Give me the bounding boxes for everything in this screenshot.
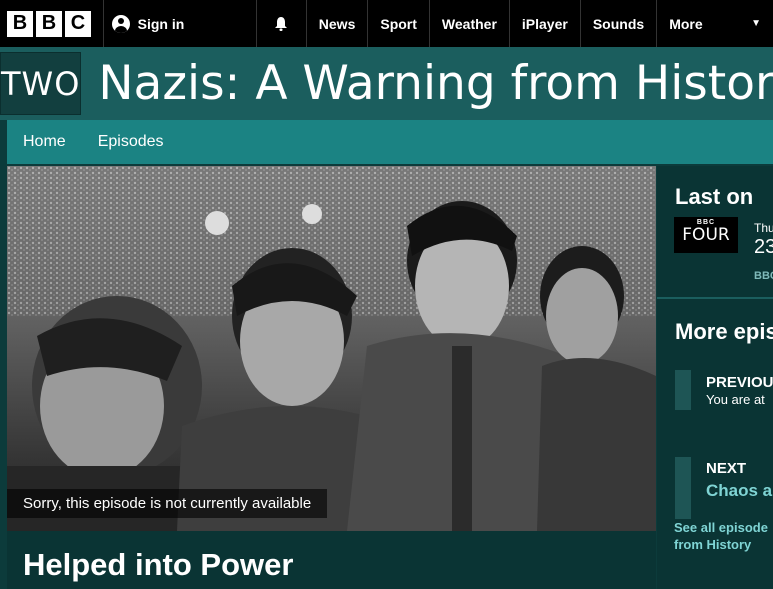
broadcast-channel-link[interactable]: BBC: [754, 270, 773, 282]
availability-caption: Sorry, this episode is not currently ava…: [7, 489, 328, 518]
episode-details: Helped into Power: [7, 531, 656, 589]
notifications-button[interactable]: [256, 0, 306, 47]
see-all-episodes-link[interactable]: See all episode from History: [674, 519, 773, 553]
bell-icon: [275, 16, 288, 31]
broadcast-time: 23: [754, 236, 773, 258]
previous-label: PREVIOU: [706, 374, 773, 391]
bbc-four-logo[interactable]: BBC FOUR: [674, 217, 738, 253]
next-episode-link[interactable]: Chaos a: [706, 481, 772, 501]
previous-episode-thumbnail[interactable]: [675, 370, 691, 410]
logo-block-c: C: [65, 10, 91, 37]
more-episodes-heading: More epis: [675, 319, 773, 344]
user-icon: [111, 14, 130, 33]
broadcast-day: Thu: [754, 221, 773, 235]
episode-image: Sorry, this episode is not currently ava…: [7, 166, 656, 531]
subnav-home[interactable]: Home: [23, 133, 66, 151]
last-on-heading: Last on: [675, 184, 754, 209]
last-on-panel: Last on BBC FOUR Thu 23 BBC: [657, 166, 773, 299]
nav-sport[interactable]: Sport: [367, 0, 429, 47]
nav-weather[interactable]: Weather: [428, 0, 509, 47]
more-episodes-panel: More epis PREVIOU You are at NEXT Chaos …: [657, 299, 773, 587]
crowd-photo: [7, 166, 656, 531]
bbc-two-logo[interactable]: TWO: [0, 52, 82, 115]
nav-sounds[interactable]: Sounds: [579, 0, 656, 47]
programme-subnav: Home Episodes: [7, 120, 773, 164]
logo-block-b2: B: [36, 10, 62, 37]
programme-title[interactable]: Nazis: A Warning from History: [98, 56, 773, 111]
bbc-four-logo-text: FOUR: [682, 225, 730, 245]
caret-down-icon: ▼: [751, 18, 761, 29]
nav-more-label: More: [669, 15, 703, 32]
logo-block-b1: B: [7, 10, 33, 37]
nav-iplayer[interactable]: iPlayer: [508, 0, 580, 47]
nav-more[interactable]: More ▼: [656, 0, 773, 47]
sign-in-label: Sign in: [137, 15, 185, 32]
previous-text: You are at: [706, 392, 765, 407]
nav-news[interactable]: News: [305, 0, 368, 47]
sidebar: Last on BBC FOUR Thu 23 BBC More epis PR…: [657, 166, 773, 589]
episode-title: Helped into Power: [23, 547, 294, 582]
subnav-episodes[interactable]: Episodes: [98, 133, 164, 151]
global-nav: B B C Sign in News Sport Weather iPlayer…: [0, 0, 773, 47]
next-episode-thumbnail[interactable]: [675, 457, 691, 519]
programme-header: TWO Nazis: A Warning from History: [0, 47, 773, 120]
bbc-logo[interactable]: B B C: [0, 0, 103, 47]
next-label: NEXT: [706, 460, 747, 477]
sign-in-button[interactable]: Sign in: [102, 0, 256, 47]
